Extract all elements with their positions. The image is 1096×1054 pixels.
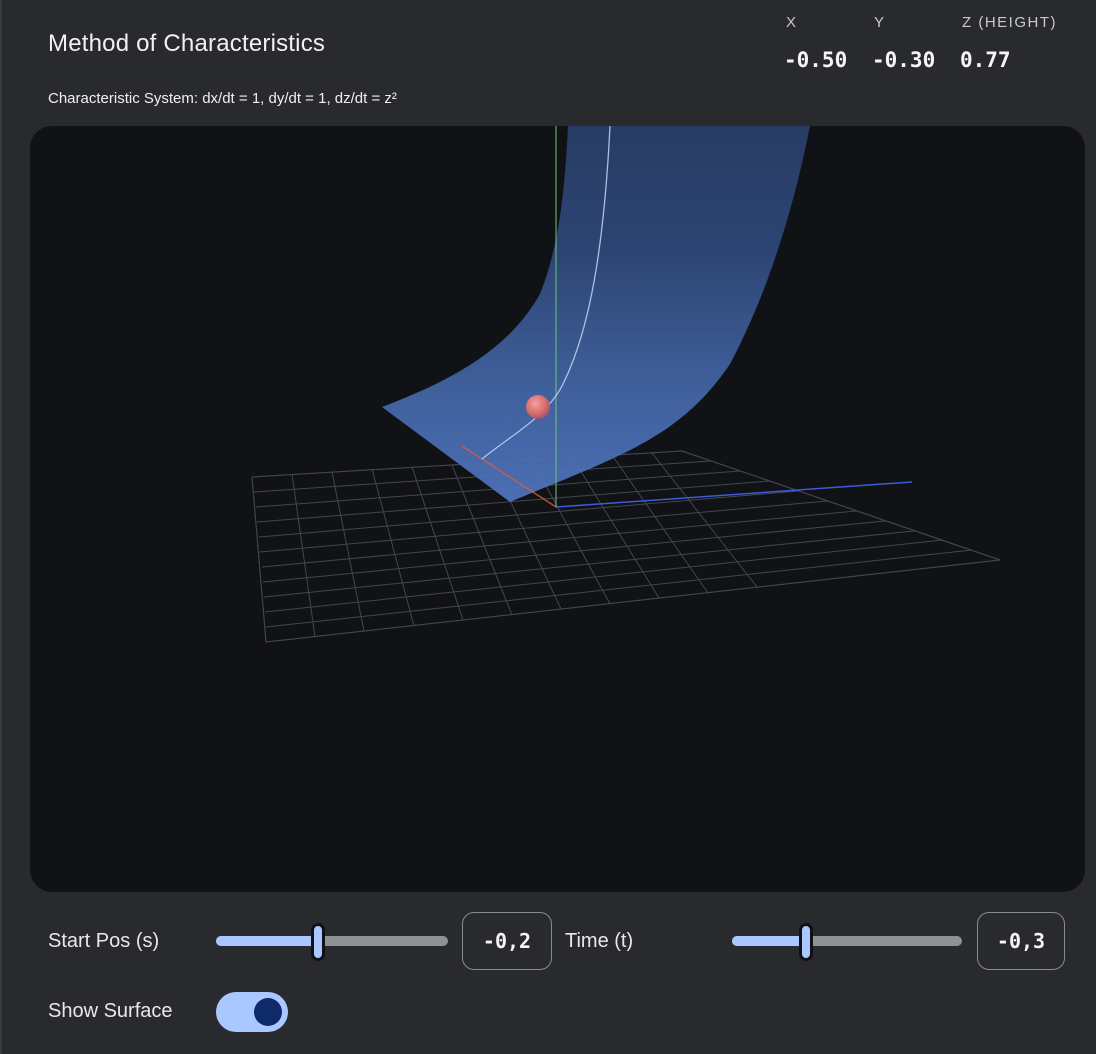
3d-scene[interactable] [30,126,1085,892]
readout-z: Z (HEIGHT) 0.77 [960,14,1080,72]
axis-y [555,481,913,508]
readout-x: X -0.50 [784,14,872,72]
show-surface-toggle[interactable] [216,992,288,1032]
readout-x-value: -0.50 [784,48,848,72]
toggle-knob [254,998,282,1026]
readout-y-value: -0.30 [872,48,936,72]
ground-grid [251,450,1001,643]
time-slider[interactable] [732,923,962,961]
time-thumb[interactable] [799,923,813,961]
characteristic-system-text: Characteristic System: dx/dt = 1, dy/dt … [48,90,397,107]
time-label: Time (t) [565,930,634,952]
3d-viewport[interactable] [30,126,1085,892]
page-title: Method of Characteristics [48,30,326,57]
time-value[interactable]: -0,3 [977,912,1065,970]
app-window: Method of Characteristics Characteristic… [0,0,1096,1054]
particle-marker [526,395,550,419]
coordinate-readout: X -0.50 Y -0.30 Z (HEIGHT) 0.77 [784,14,1080,72]
slider-controls: Start Pos (s) -0,2 Time (t) -0,3 [48,912,1078,970]
solution-surface [382,126,810,502]
readout-z-value: 0.77 [960,48,1011,72]
start-pos-thumb[interactable] [311,923,325,961]
readout-y: Y -0.30 [872,14,960,72]
show-surface-label: Show Surface [48,1000,173,1022]
time-fill [732,936,806,946]
readout-z-label: Z (HEIGHT) [962,14,1057,31]
show-surface-row: Show Surface [48,990,348,1034]
start-pos-label: Start Pos (s) [48,930,160,952]
start-pos-slider[interactable] [216,923,448,961]
start-pos-fill [216,936,318,946]
start-pos-value[interactable]: -0,2 [462,912,552,970]
readout-y-label: Y [874,14,886,31]
readout-x-label: X [786,14,798,31]
